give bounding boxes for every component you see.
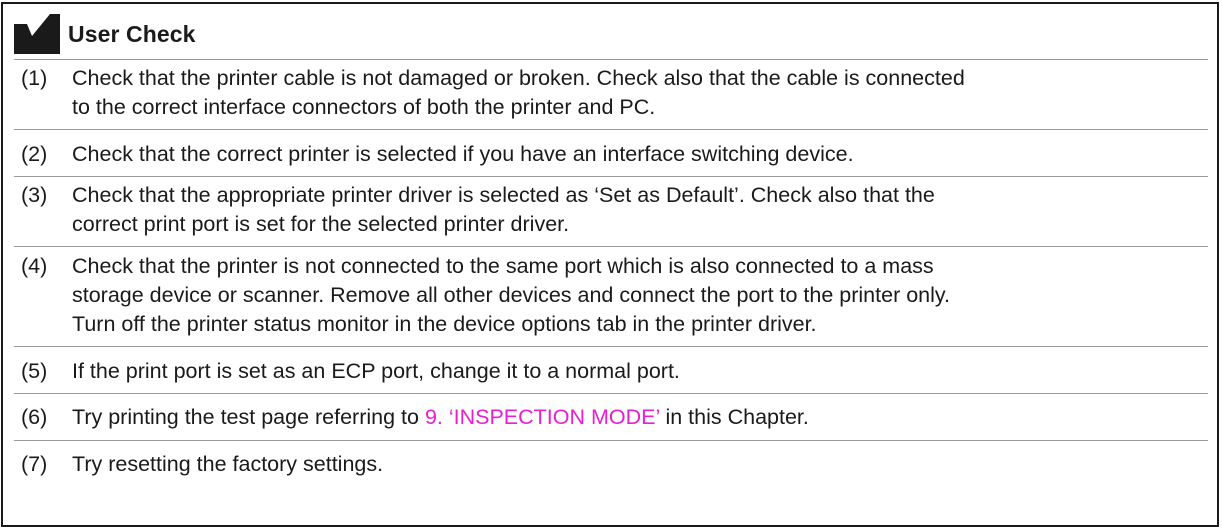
- separator: [14, 246, 1208, 247]
- list-item: (2) Check that the correct printer is se…: [0, 140, 1222, 169]
- item-line: Check that the correct printer is select…: [72, 142, 854, 166]
- list-item: (7) Try resetting the factory settings.: [0, 450, 1222, 479]
- list-item: (3) Check that the appropriate printer d…: [0, 181, 1222, 239]
- item-text: Check that the correct printer is select…: [72, 140, 1202, 169]
- item-text-after-link: in this Chapter.: [659, 405, 809, 429]
- user-check-header: User Check: [14, 14, 196, 54]
- item-text: If the print port is set as an ECP port,…: [72, 357, 1202, 386]
- item-line: Try resetting the factory settings.: [72, 452, 384, 476]
- item-text: Check that the printer is not connected …: [72, 252, 1202, 339]
- list-item: (4) Check that the printer is not connec…: [0, 252, 1222, 339]
- item-text: Try printing the test page referring to …: [72, 403, 1202, 432]
- list-item: (1) Check that the printer cable is not …: [0, 64, 1222, 122]
- item-number: (4): [21, 254, 48, 278]
- item-number: (1): [21, 66, 48, 90]
- separator: [14, 346, 1208, 347]
- inspection-mode-link[interactable]: 9. ‘INSPECTION MODE’: [425, 405, 660, 429]
- item-line: correct print port is set for the select…: [72, 212, 570, 236]
- separator: [14, 59, 1208, 60]
- separator: [14, 393, 1208, 394]
- separator: [14, 176, 1208, 177]
- item-number: (7): [21, 452, 48, 476]
- item-number: (6): [21, 405, 48, 429]
- section-title: User Check: [68, 20, 196, 47]
- item-number: (3): [21, 183, 48, 207]
- item-line: If the print port is set as an ECP port,…: [72, 359, 680, 383]
- list-item: (6) Try printing the test page referring…: [0, 403, 1222, 432]
- item-line: storage device or scanner. Remove all ot…: [72, 283, 951, 307]
- item-text: Check that the appropriate printer drive…: [72, 181, 1202, 239]
- checkmark-icon: [14, 14, 60, 54]
- item-text: Check that the printer cable is not dama…: [72, 64, 1202, 122]
- item-text-before-link: Try printing the test page referring to: [72, 405, 425, 429]
- item-line: to the correct interface connectors of b…: [72, 95, 656, 119]
- item-line: Check that the printer cable is not dama…: [72, 66, 965, 90]
- item-number: (5): [21, 359, 48, 383]
- list-item: (5) If the print port is set as an ECP p…: [0, 357, 1222, 386]
- item-text: Try resetting the factory settings.: [72, 450, 1202, 479]
- item-line: Check that the appropriate printer drive…: [72, 183, 935, 207]
- separator: [14, 440, 1208, 441]
- item-number: (2): [21, 142, 48, 166]
- separator: [14, 129, 1208, 130]
- item-line: Turn off the printer status monitor in t…: [72, 312, 817, 336]
- item-line: Check that the printer is not connected …: [72, 254, 934, 278]
